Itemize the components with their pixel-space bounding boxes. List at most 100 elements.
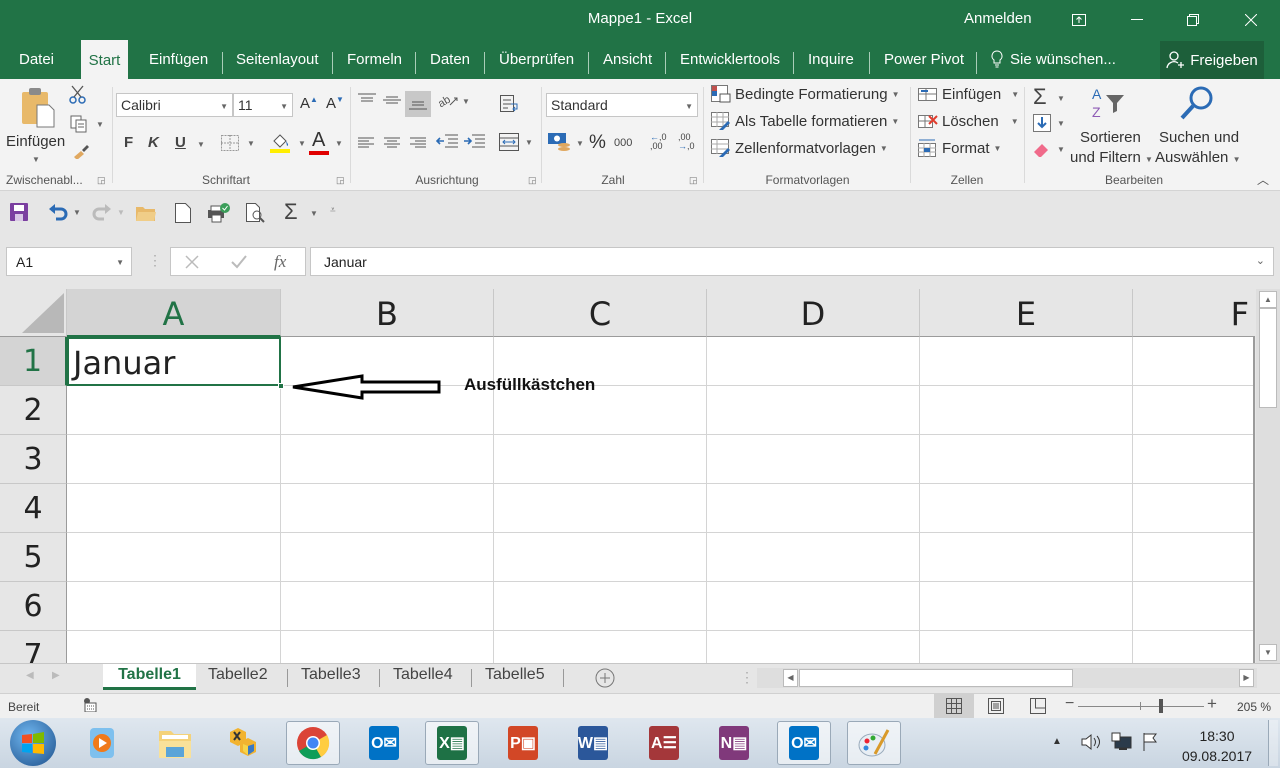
zoom-out-button[interactable]: − bbox=[1065, 695, 1074, 713]
number-dialog-launcher[interactable]: ◲ bbox=[689, 175, 698, 186]
insert-cells-button[interactable]: Einfügen ▼ bbox=[918, 85, 1019, 103]
collapse-ribbon-button[interactable]: ︿ bbox=[1257, 171, 1269, 188]
scroll-down-button[interactable]: ▼ bbox=[1259, 644, 1277, 661]
minimize-button[interactable] bbox=[1114, 6, 1160, 34]
tab-split-handle[interactable]: ⋮ bbox=[740, 669, 754, 686]
font-dialog-launcher[interactable]: ◲ bbox=[336, 175, 345, 186]
fill-color-button[interactable]: ▼ bbox=[270, 131, 306, 156]
scroll-left-button[interactable]: ◀ bbox=[783, 669, 798, 687]
ribbon-display-options-button[interactable] bbox=[1056, 6, 1102, 34]
italic-button[interactable]: K bbox=[148, 134, 159, 151]
thousands-separator-button[interactable]: 000 bbox=[614, 137, 632, 149]
tab-ueberpruefen[interactable]: Überprüfen bbox=[499, 50, 574, 79]
sheet-tab-tabelle5[interactable]: Tabelle5 bbox=[485, 664, 545, 690]
taskbar-explorer[interactable] bbox=[148, 721, 202, 765]
vertical-scroll-thumb[interactable] bbox=[1259, 308, 1277, 408]
clock[interactable]: 18:30 09.08.2017 bbox=[1172, 726, 1262, 766]
undo-button[interactable]: ▼ bbox=[48, 203, 81, 224]
worksheet-grid[interactable]: A B C D E F 1 2 3 4 5 6 7 Januar Ausfüll… bbox=[0, 289, 1255, 663]
new-button[interactable] bbox=[175, 203, 191, 226]
taskbar-word[interactable]: W▤ bbox=[566, 721, 620, 765]
cell-a1[interactable]: Januar bbox=[67, 337, 281, 386]
decrease-indent-button[interactable] bbox=[435, 134, 458, 153]
taskbar-access[interactable]: A☰ bbox=[637, 721, 691, 765]
name-box[interactable]: A1 ▼ bbox=[6, 247, 132, 276]
show-desktop-button[interactable] bbox=[1268, 720, 1278, 766]
align-center-button[interactable] bbox=[384, 136, 400, 152]
page-break-preview-button[interactable] bbox=[1030, 698, 1046, 717]
clear-button[interactable]: ▼ bbox=[1033, 141, 1065, 160]
autosum-button[interactable]: Σ ▼ bbox=[1033, 84, 1065, 110]
zoom-slider-thumb[interactable] bbox=[1159, 699, 1163, 713]
borders-button[interactable]: ▼ bbox=[221, 135, 255, 154]
clipboard-dialog-launcher[interactable]: ◲ bbox=[97, 175, 106, 186]
taskbar-onenote[interactable]: N▤ bbox=[707, 721, 761, 765]
row-header-1[interactable]: 1 bbox=[0, 337, 67, 386]
align-right-button[interactable] bbox=[410, 136, 426, 152]
fill-handle[interactable] bbox=[278, 383, 284, 389]
tab-ansicht[interactable]: Ansicht bbox=[603, 50, 652, 79]
page-layout-view-button[interactable] bbox=[988, 698, 1004, 717]
start-button[interactable] bbox=[10, 720, 56, 766]
volume-button[interactable] bbox=[1080, 732, 1102, 755]
formula-input[interactable]: Januar ⌄ bbox=[310, 247, 1274, 276]
row-header-7[interactable]: 7 bbox=[0, 631, 67, 663]
paste-button[interactable]: Einfügen ▼ bbox=[6, 83, 66, 169]
insert-function-button[interactable]: fx bbox=[274, 252, 286, 272]
horizontal-scroll-thumb[interactable] bbox=[799, 669, 1073, 687]
open-button[interactable] bbox=[136, 205, 156, 224]
row-header-6[interactable]: 6 bbox=[0, 582, 67, 631]
column-header-b[interactable]: B bbox=[281, 289, 494, 337]
close-button[interactable] bbox=[1228, 6, 1274, 34]
merge-center-button[interactable]: ▼ bbox=[499, 133, 533, 154]
percent-style-button[interactable]: % bbox=[589, 132, 606, 154]
row-header-2[interactable]: 2 bbox=[0, 386, 67, 435]
cut-button[interactable] bbox=[68, 85, 88, 108]
shrink-font-button[interactable]: A▼ bbox=[326, 95, 344, 112]
zoom-level[interactable]: 205 % bbox=[1237, 700, 1271, 714]
delete-cells-button[interactable]: Löschen ▼ bbox=[918, 112, 1019, 130]
taskbar-powerpoint[interactable]: P▣ bbox=[496, 721, 550, 765]
share-button[interactable]: Freigeben bbox=[1160, 41, 1264, 79]
tab-entwicklertools[interactable]: Entwicklertools bbox=[680, 50, 780, 79]
align-bottom-button[interactable] bbox=[405, 91, 431, 117]
font-size-select[interactable]: 11 ▼ bbox=[233, 93, 293, 117]
tab-formeln[interactable]: Formeln bbox=[347, 50, 402, 79]
format-as-table-button[interactable]: Als Tabelle formatieren ▼ bbox=[711, 112, 899, 130]
sheet-tab-tabelle2[interactable]: Tabelle2 bbox=[208, 664, 268, 690]
column-header-e[interactable]: E bbox=[920, 289, 1133, 337]
customize-qat-button[interactable]: ⩡ bbox=[330, 205, 336, 216]
tab-inquire[interactable]: Inquire bbox=[808, 50, 854, 79]
taskbar-media-player[interactable] bbox=[75, 721, 129, 765]
find-select-button[interactable]: Suchen und Auswählen ▼ bbox=[1155, 85, 1240, 171]
macro-recorder-button[interactable] bbox=[83, 698, 97, 715]
decrease-decimal-button[interactable]: ,00 →,0 bbox=[678, 133, 698, 151]
format-painter-button[interactable] bbox=[72, 143, 90, 162]
cancel-entry-icon[interactable] bbox=[185, 255, 199, 269]
save-button[interactable] bbox=[10, 203, 28, 224]
vertical-scrollbar[interactable]: ▲ ▼ bbox=[1256, 289, 1280, 663]
copy-button[interactable]: ▼ bbox=[70, 115, 104, 136]
horizontal-scrollbar[interactable]: ◀ ▶ bbox=[757, 668, 1257, 688]
new-sheet-button[interactable] bbox=[595, 668, 615, 691]
fill-button[interactable]: ▼ bbox=[1033, 114, 1065, 135]
column-header-c[interactable]: C bbox=[494, 289, 707, 337]
sheet-tab-tabelle4[interactable]: Tabelle4 bbox=[393, 664, 453, 690]
font-name-select[interactable]: Calibri ▼ bbox=[116, 93, 233, 117]
bold-button[interactable]: F bbox=[124, 134, 133, 151]
underline-dropdown[interactable]: ▼ bbox=[197, 140, 205, 149]
network-button[interactable] bbox=[1111, 732, 1133, 755]
select-all-button[interactable] bbox=[0, 289, 67, 337]
scroll-up-button[interactable]: ▲ bbox=[1259, 291, 1277, 308]
sign-in-link[interactable]: Anmelden bbox=[964, 10, 1032, 27]
qat-autosum-button[interactable]: Σ ▼ bbox=[284, 199, 318, 225]
tab-power-pivot[interactable]: Power Pivot bbox=[884, 50, 964, 79]
alignment-dialog-launcher[interactable]: ◲ bbox=[528, 175, 537, 186]
sheet-tab-tabelle3[interactable]: Tabelle3 bbox=[301, 664, 361, 690]
number-format-select[interactable]: Standard ▼ bbox=[546, 93, 698, 117]
cell-styles-button[interactable]: Zellenformatvorlagen ▼ bbox=[711, 139, 888, 157]
row-header-3[interactable]: 3 bbox=[0, 435, 67, 484]
underline-button[interactable]: U bbox=[175, 134, 186, 151]
redo-button[interactable]: ▼ bbox=[92, 203, 125, 224]
row-header-4[interactable]: 4 bbox=[0, 484, 67, 533]
